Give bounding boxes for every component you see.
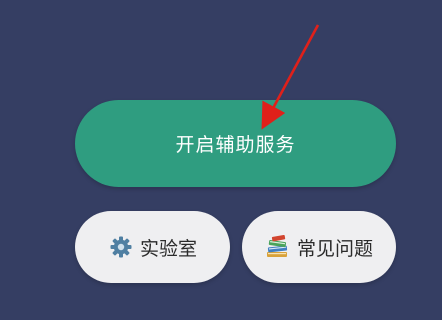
books-icon	[265, 234, 291, 260]
gear-icon	[108, 234, 134, 260]
faq-label: 常见问题	[296, 237, 373, 260]
enable-accessibility-service-label: 开启辅助服务	[175, 134, 296, 156]
lab-button[interactable]: 实验室	[75, 211, 230, 283]
lab-label: 实验室	[139, 237, 197, 260]
faq-button[interactable]: 常见问题	[242, 211, 396, 283]
enable-accessibility-service-button[interactable]: 开启辅助服务	[75, 100, 396, 187]
